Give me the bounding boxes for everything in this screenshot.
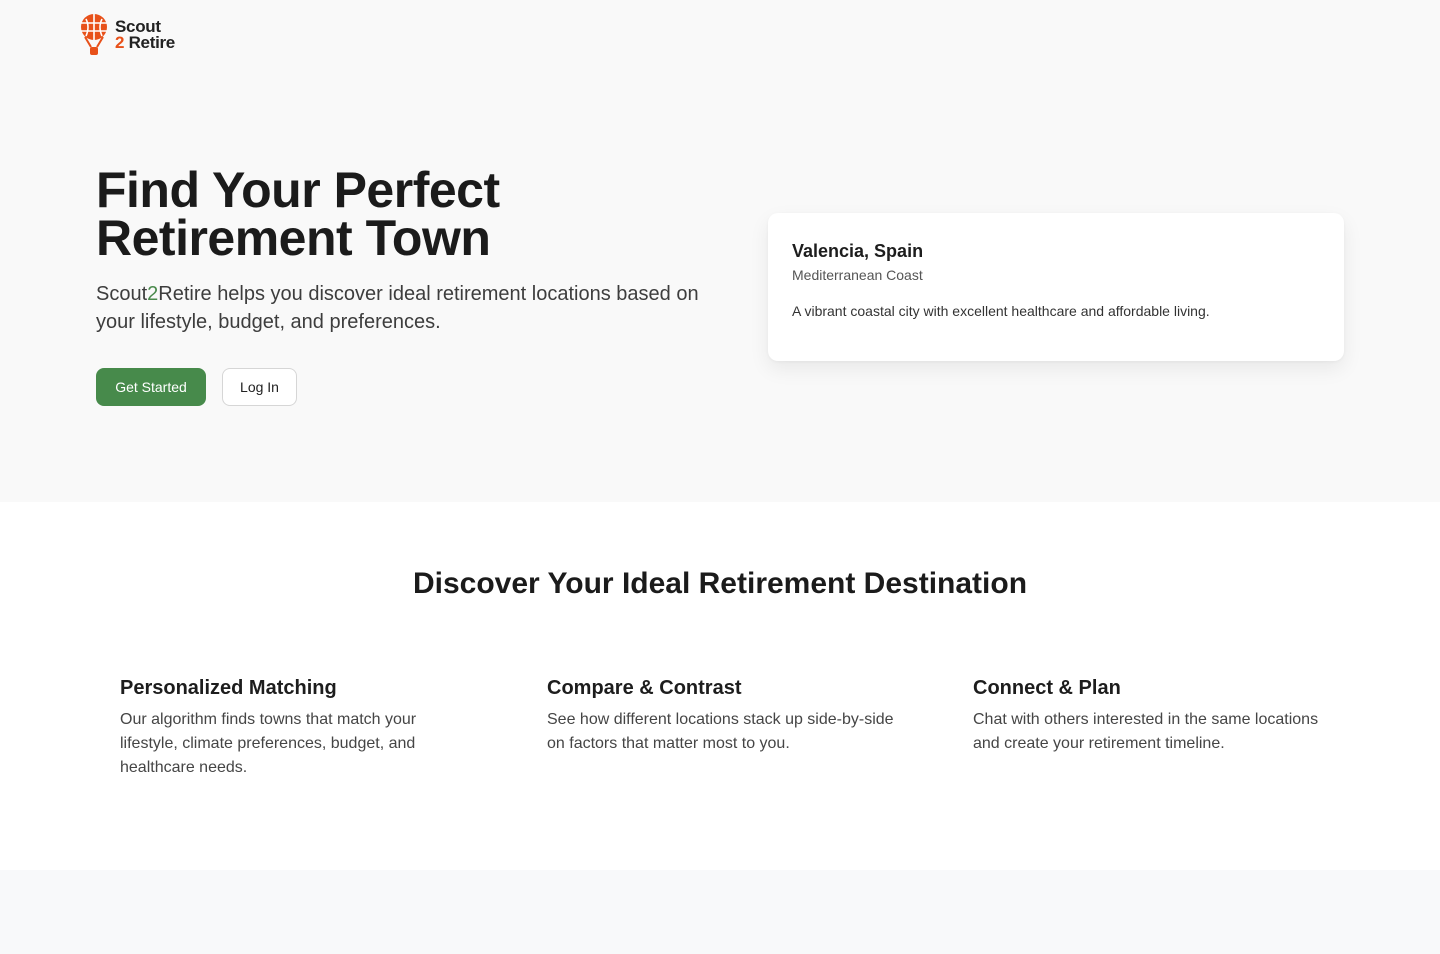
destination-card: Valencia, Spain Mediterranean Coast A vi… — [768, 213, 1344, 361]
hero-title: Find Your Perfect Retirement Town — [96, 162, 500, 266]
feature-compare-contrast: Compare & Contrast See how different loc… — [547, 674, 897, 756]
feature-connect-plan: Connect & Plan Chat with others interest… — [973, 674, 1323, 756]
features-section: Discover Your Ideal Retirement Destinati… — [0, 502, 1440, 870]
logo-link[interactable]: Scout 2 Retire — [80, 14, 175, 56]
feature-title: Compare & Contrast — [547, 677, 742, 699]
hero-subtitle-brand-start: Scout — [96, 283, 148, 305]
features-title: Discover Your Ideal Retirement Destinati… — [412, 567, 1028, 600]
card-title: Valencia, Spain — [792, 241, 924, 261]
hero-subtitle-brand-two: 2 — [147, 283, 159, 305]
feature-description: Chat with others interested in the same … — [973, 711, 1319, 752]
feature-description: See how different locations stack up sid… — [547, 711, 894, 752]
card-description: A vibrant coastal city with excellent he… — [792, 303, 1210, 319]
feature-title: Connect & Plan — [973, 677, 1121, 699]
hero-subtitle-rest: Retire helps you discover ideal retireme… — [96, 283, 699, 333]
brand-line-2: 2 Retire — [115, 33, 176, 52]
log-in-button[interactable]: Log In — [222, 368, 297, 406]
feature-title: Personalized Matching — [120, 677, 337, 699]
card-region: Mediterranean Coast — [792, 267, 923, 283]
hero-subtitle: Scout2Retire helps you discover ideal re… — [96, 280, 736, 336]
brand-line-2-rest: Retire — [124, 33, 176, 52]
get-started-button[interactable]: Get Started — [96, 368, 206, 406]
feature-description: Our algorithm finds towns that match you… — [120, 711, 417, 776]
site-header: Scout 2 Retire — [80, 14, 175, 56]
brand-name: Scout 2 Retire — [115, 18, 176, 52]
brand-accent-number: 2 — [115, 33, 125, 52]
hot-air-balloon-icon — [81, 14, 107, 55]
footer-band — [0, 870, 1440, 954]
feature-personalized-matching: Personalized Matching Our algorithm find… — [120, 674, 470, 780]
